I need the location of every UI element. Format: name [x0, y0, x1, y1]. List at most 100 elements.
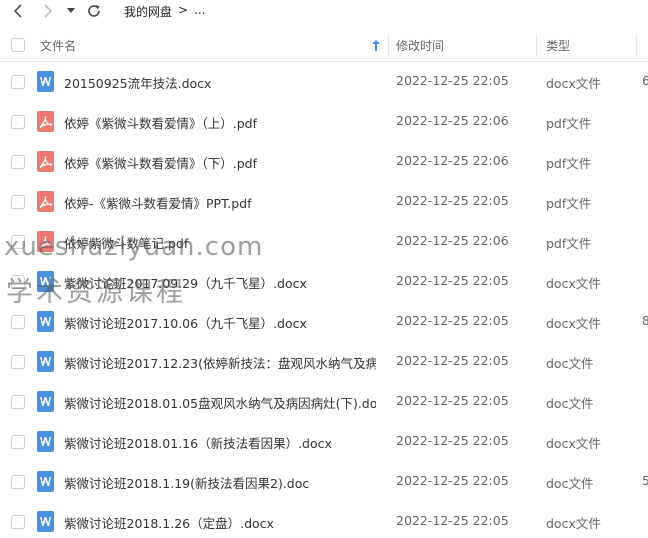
row-checkbox[interactable] [11, 315, 25, 329]
breadcrumb-root[interactable]: 我的网盘 [124, 3, 172, 20]
row-checkbox[interactable] [11, 235, 25, 249]
chevron-right-icon [44, 4, 53, 18]
file-list-header: 文件名 修改时间 类型 [0, 28, 648, 62]
word-doc-icon [40, 517, 51, 526]
word-file-icon [37, 71, 54, 92]
back-button[interactable] [8, 0, 28, 22]
refresh-button[interactable] [84, 0, 104, 22]
word-file-icon [37, 471, 54, 492]
file-modified-date: 2022-12-25 22:05 [396, 73, 509, 88]
file-type: docx文件 [546, 436, 601, 451]
file-size-truncated: 5 [642, 473, 648, 488]
sort-arrow-up-icon [372, 39, 380, 51]
pdf-icon [39, 155, 52, 168]
file-row[interactable]: 紫微讨论班2017.09.29（九千飞星）.docx 2022-12-25 22:… [0, 262, 648, 302]
pdf-icon [39, 235, 52, 248]
pdf-icon [39, 115, 52, 128]
file-type: docx文件 [546, 316, 601, 331]
file-modified-date: 2022-12-25 22:06 [396, 113, 509, 128]
file-row[interactable]: 紫微讨论班2018.01.16（新技法看因果）.docx 2022-12-25 2… [0, 422, 648, 462]
file-type: doc文件 [546, 396, 594, 411]
forward-button[interactable] [38, 0, 58, 22]
file-modified-date: 2022-12-25 22:05 [396, 513, 509, 528]
file-type: pdf文件 [546, 196, 592, 211]
row-checkbox[interactable] [11, 475, 25, 489]
row-checkbox[interactable] [11, 395, 25, 409]
column-header-name[interactable]: 文件名 [40, 28, 76, 62]
row-checkbox[interactable] [11, 115, 25, 129]
select-all-checkbox[interactable] [11, 38, 25, 52]
column-header-name-label: 文件名 [40, 38, 77, 53]
select-all-cell [11, 28, 25, 62]
file-row[interactable]: 依婷《紫微斗数看爱情》（下）.pdf 2022-12-25 22:06 pdf文件 [0, 142, 648, 182]
file-name[interactable]: 依婷-《紫微斗数看爱情》PPT.pdf [64, 193, 376, 212]
breadcrumb-more[interactable]: ... [194, 3, 205, 20]
file-modified-date: 2022-12-25 22:05 [396, 273, 509, 288]
file-type: docx文件 [546, 516, 601, 531]
breadcrumb-separator: > [178, 3, 189, 17]
row-checkbox[interactable] [11, 435, 25, 449]
file-list: 20150925流年技法.docx 2022-12-25 22:05 docx文件 6… [0, 62, 648, 538]
column-header-modified[interactable]: 修改时间 [396, 28, 444, 62]
word-file-icon [37, 351, 54, 372]
caret-down-icon [67, 8, 75, 13]
row-checkbox[interactable] [11, 75, 25, 89]
row-checkbox[interactable] [11, 195, 25, 209]
file-row[interactable]: 紫微讨论班2018.01.05盘观风水纳气及病因病灶(下).doc 2022-12… [0, 382, 648, 422]
breadcrumb: 我的网盘 > ... [124, 3, 206, 20]
column-divider[interactable] [636, 34, 637, 56]
word-doc-icon [40, 437, 51, 446]
file-name[interactable]: 紫微讨论班2017.09.29（九千飞星）.docx [64, 273, 376, 292]
file-name[interactable]: 紫微讨论班2018.1.19(新技法看因果2).doc [64, 473, 376, 492]
file-type: doc文件 [546, 356, 594, 371]
column-header-type-label: 类型 [546, 38, 571, 53]
file-row[interactable]: 依婷紫微斗数笔记.pdf 2022-12-25 22:06 pdf文件 [0, 222, 648, 262]
file-name[interactable]: 紫微讨论班2018.01.05盘观风水纳气及病因病灶(下).doc [64, 393, 376, 412]
file-name[interactable]: 紫微讨论班2018.1.26（定盘）.docx [64, 513, 376, 532]
file-type: doc文件 [546, 476, 594, 491]
file-name[interactable]: 紫微讨论班2018.01.16（新技法看因果）.docx [64, 433, 376, 452]
pdf-file-icon [37, 191, 54, 212]
file-modified-date: 2022-12-25 22:06 [396, 153, 509, 168]
refresh-icon [88, 5, 100, 17]
row-checkbox[interactable] [11, 515, 25, 529]
word-file-icon [37, 271, 54, 292]
word-file-icon [37, 311, 54, 332]
row-checkbox[interactable] [11, 355, 25, 369]
file-name[interactable]: 紫微讨论班2017.10.06（九千飞星）.docx [64, 313, 376, 332]
word-file-icon [37, 431, 54, 452]
pdf-file-icon [37, 151, 54, 172]
file-name[interactable]: 依婷紫微斗数笔记.pdf [64, 233, 376, 252]
file-row[interactable]: 紫微讨论班2017.10.06（九千飞星）.docx 2022-12-25 22:… [0, 302, 648, 342]
file-size-truncated: 6 [642, 73, 648, 88]
pdf-file-icon [37, 231, 54, 252]
file-modified-date: 2022-12-25 22:05 [396, 433, 509, 448]
row-checkbox[interactable] [11, 155, 25, 169]
file-row[interactable]: 20150925流年技法.docx 2022-12-25 22:05 docx文件 6 [0, 62, 648, 102]
file-name[interactable]: 紫微讨论班2017.12.23(依婷新技法：盘观风水纳气及病... [64, 353, 376, 372]
word-doc-icon [40, 317, 51, 326]
file-type: pdf文件 [546, 116, 592, 131]
row-checkbox[interactable] [11, 275, 25, 289]
column-header-type[interactable]: 类型 [546, 28, 570, 62]
pdf-icon [39, 195, 52, 208]
file-size-truncated: 8 [642, 313, 648, 328]
file-name[interactable]: 20150925流年技法.docx [64, 73, 376, 92]
word-doc-icon [40, 477, 51, 486]
file-modified-date: 2022-12-25 22:05 [396, 353, 509, 368]
file-modified-date: 2022-12-25 22:05 [396, 393, 509, 408]
file-row[interactable]: 紫微讨论班2018.1.19(新技法看因果2).doc 2022-12-25 22… [0, 462, 648, 502]
file-row[interactable]: 依婷《紫微斗数看爱情》（上）.pdf 2022-12-25 22:06 pdf文件 [0, 102, 648, 142]
file-row[interactable]: 依婷-《紫微斗数看爱情》PPT.pdf 2022-12-25 22:05 pdf文件 [0, 182, 648, 222]
file-row[interactable]: 紫微讨论班2018.1.26（定盘）.docx 2022-12-25 22:05 d… [0, 502, 648, 538]
file-name[interactable]: 依婷《紫微斗数看爱情》（上）.pdf [64, 113, 376, 132]
file-name[interactable]: 依婷《紫微斗数看爱情》（下）.pdf [64, 153, 376, 172]
file-row[interactable]: 紫微讨论班2017.12.23(依婷新技法：盘观风水纳气及病... 2022-12… [0, 342, 648, 382]
file-modified-date: 2022-12-25 22:05 [396, 313, 509, 328]
column-divider[interactable] [536, 34, 537, 56]
history-dropdown-button[interactable] [64, 0, 78, 22]
column-header-modified-label: 修改时间 [396, 38, 445, 53]
column-divider[interactable] [388, 34, 389, 56]
sort-button[interactable] [372, 28, 380, 62]
file-type: docx文件 [546, 76, 601, 91]
